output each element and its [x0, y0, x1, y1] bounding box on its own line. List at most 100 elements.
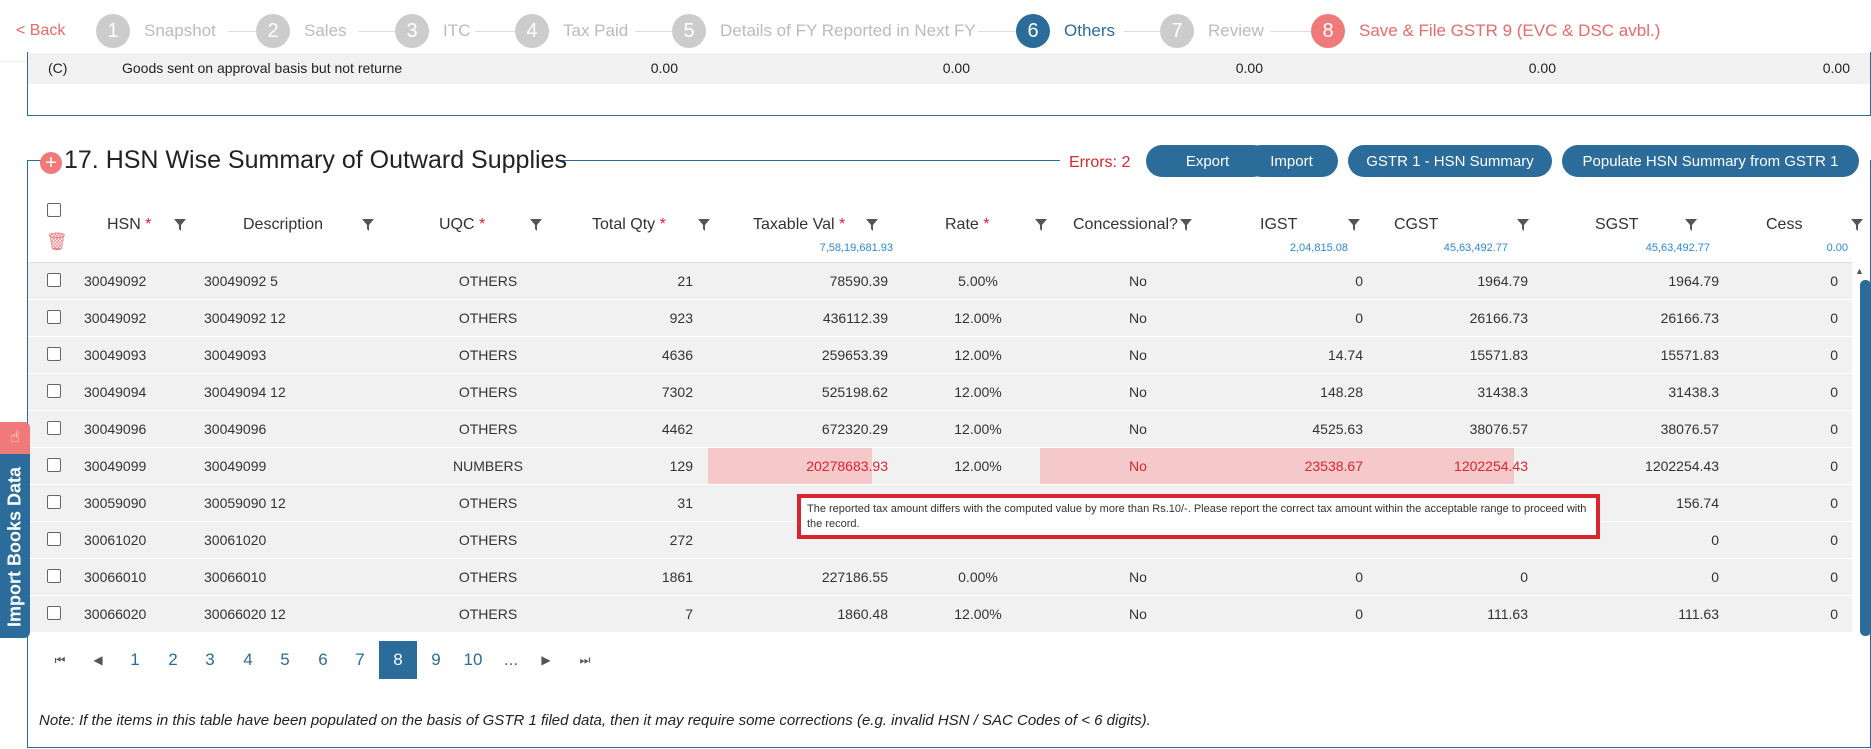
row-checkbox[interactable] — [47, 495, 61, 509]
table-row[interactable]: 30049094 30049094 12 OTHERS 7302 525198.62 12… — [28, 374, 1852, 411]
cell-sgst[interactable]: 156.74 — [1588, 485, 1719, 521]
step-save-file[interactable]: 8 Save & File GSTR 9 (EVC & DSC avbl.) — [1311, 14, 1660, 48]
cell-cess[interactable]: 0 — [1798, 485, 1838, 521]
cell-cgst[interactable]: 1202254.43 — [1388, 448, 1528, 484]
cell-uqc[interactable]: OTHERS — [418, 522, 558, 558]
cell-cgst[interactable]: 26166.73 — [1388, 300, 1528, 336]
cell-cgst[interactable]: 15571.83 — [1388, 337, 1528, 373]
filter-icon[interactable] — [866, 219, 878, 231]
first-page-button[interactable]: ⏮ — [50, 641, 70, 679]
cell-taxable[interactable]: 227186.55 — [748, 559, 888, 595]
cell-uqc[interactable]: OTHERS — [418, 411, 558, 447]
cell-sgst[interactable]: 38076.57 — [1588, 411, 1719, 447]
cell-uqc[interactable]: NUMBERS — [418, 448, 558, 484]
cell-hsn[interactable]: 30059090 — [84, 485, 194, 521]
cell-qty[interactable]: 7302 — [588, 374, 693, 410]
cell-cgst[interactable]: 1964.79 — [1388, 263, 1528, 299]
step-review[interactable]: 7 Review — [1160, 14, 1264, 48]
cell-hsn[interactable]: 30049093 — [84, 337, 194, 373]
filter-icon[interactable] — [1685, 219, 1697, 231]
step-itc[interactable]: 3 ITC — [395, 14, 470, 48]
row-checkbox[interactable] — [47, 569, 61, 583]
cell-sgst[interactable]: 31438.3 — [1588, 374, 1719, 410]
cell-rate[interactable]: 12.00% — [908, 596, 1048, 632]
page-button[interactable]: 3 — [195, 641, 225, 679]
cell-igst[interactable]: 0 — [1228, 263, 1363, 299]
cell-rate[interactable]: 12.00% — [908, 448, 1048, 484]
row-checkbox[interactable] — [47, 347, 61, 361]
filter-icon[interactable] — [1035, 219, 1047, 231]
cell-qty[interactable]: 4636 — [588, 337, 693, 373]
cell-taxable[interactable]: 525198.62 — [748, 374, 888, 410]
cell-conc[interactable]: No — [1068, 448, 1208, 484]
filter-icon[interactable] — [1180, 219, 1192, 231]
cell-igst[interactable]: 4525.63 — [1228, 411, 1363, 447]
page-button[interactable]: 4 — [233, 641, 263, 679]
cell-conc[interactable]: No — [1068, 263, 1208, 299]
errors-count[interactable]: Errors: 2 — [1069, 154, 1130, 172]
cell-desc[interactable]: 30049094 12 — [204, 374, 374, 410]
table-row[interactable]: 30066020 30066020 12 OTHERS 7 1860.48 12.00% N… — [28, 596, 1852, 633]
back-link[interactable]: < Back — [16, 22, 65, 40]
gstr1-hsn-summary-button[interactable]: GSTR 1 - HSN Summary — [1348, 145, 1552, 177]
add-row-icon[interactable]: + — [40, 152, 62, 174]
page-button-current[interactable]: 8 — [379, 641, 417, 679]
cell-qty[interactable]: 31 — [588, 485, 693, 521]
cell-conc[interactable]: No — [1068, 596, 1208, 632]
page-ellipsis[interactable]: ... — [496, 641, 526, 679]
cell-taxable[interactable]: 1860.48 — [748, 596, 888, 632]
cell-desc[interactable]: 30049092 12 — [204, 300, 374, 336]
cell-taxable[interactable]: 672320.29 — [748, 411, 888, 447]
page-button[interactable]: 10 — [458, 641, 488, 679]
cell-conc[interactable]: No — [1068, 300, 1208, 336]
cell-uqc[interactable]: OTHERS — [418, 263, 558, 299]
filter-icon[interactable] — [1517, 219, 1529, 231]
filter-icon[interactable] — [1348, 219, 1360, 231]
cell-uqc[interactable]: OTHERS — [418, 485, 558, 521]
table-row[interactable]: 30049092 30049092 5 OTHERS 21 78590.39 5.00% N… — [28, 263, 1852, 300]
cell-desc[interactable]: 30066020 12 — [204, 596, 374, 632]
cell-sgst[interactable]: 1202254.43 — [1588, 448, 1719, 484]
step-others[interactable]: 6 Others — [1016, 14, 1115, 48]
cell-hsn[interactable]: 30066020 — [84, 596, 194, 632]
cell-cess[interactable]: 0 — [1798, 522, 1838, 558]
row-checkbox[interactable] — [47, 458, 61, 472]
filter-icon[interactable] — [530, 219, 542, 231]
filter-icon[interactable] — [362, 219, 374, 231]
select-all-checkbox[interactable] — [47, 203, 61, 217]
cell-uqc[interactable]: OTHERS — [418, 300, 558, 336]
row-checkbox[interactable] — [47, 532, 61, 546]
cell-cgst[interactable]: 111.63 — [1388, 596, 1528, 632]
cell-cgst[interactable]: 0 — [1388, 559, 1528, 595]
cell-conc[interactable]: No — [1068, 411, 1208, 447]
cell-igst[interactable]: 0 — [1228, 300, 1363, 336]
cell-igst[interactable]: 23538.67 — [1228, 448, 1363, 484]
cell-conc[interactable]: No — [1068, 559, 1208, 595]
cell-desc[interactable]: 30061020 — [204, 522, 374, 558]
cell-hsn[interactable]: 30049096 — [84, 411, 194, 447]
cell-sgst[interactable]: 111.63 — [1588, 596, 1719, 632]
scroll-up-icon[interactable]: ▲ — [1855, 266, 1864, 276]
cell-hsn[interactable]: 30049094 — [84, 374, 194, 410]
cell-rate[interactable]: 12.00% — [908, 300, 1048, 336]
cell-rate[interactable]: 0.00% — [908, 559, 1048, 595]
cell-qty[interactable]: 21 — [588, 263, 693, 299]
cell-hsn[interactable]: 30061020 — [84, 522, 194, 558]
page-button[interactable]: 9 — [421, 641, 451, 679]
cell-igst[interactable]: 0 — [1228, 596, 1363, 632]
cell-uqc[interactable]: OTHERS — [418, 337, 558, 373]
cell-hsn[interactable]: 30066010 — [84, 559, 194, 595]
table-row[interactable]: 30049092 30049092 12 OTHERS 923 436112.39 12.… — [28, 300, 1852, 337]
cell-uqc[interactable]: OTHERS — [418, 374, 558, 410]
cell-cgst[interactable]: 38076.57 — [1388, 411, 1528, 447]
cell-igst[interactable]: 0 — [1228, 559, 1363, 595]
cell-sgst[interactable]: 0 — [1588, 559, 1719, 595]
row-checkbox[interactable] — [47, 421, 61, 435]
step-snapshot[interactable]: 1 Snapshot — [96, 14, 216, 48]
row-checkbox[interactable] — [47, 606, 61, 620]
cell-cess[interactable]: 0 — [1798, 374, 1838, 410]
cell-sgst[interactable]: 26166.73 — [1588, 300, 1719, 336]
filter-icon[interactable] — [1851, 219, 1863, 231]
row-checkbox[interactable] — [47, 273, 61, 287]
cell-cess[interactable]: 0 — [1798, 596, 1838, 632]
